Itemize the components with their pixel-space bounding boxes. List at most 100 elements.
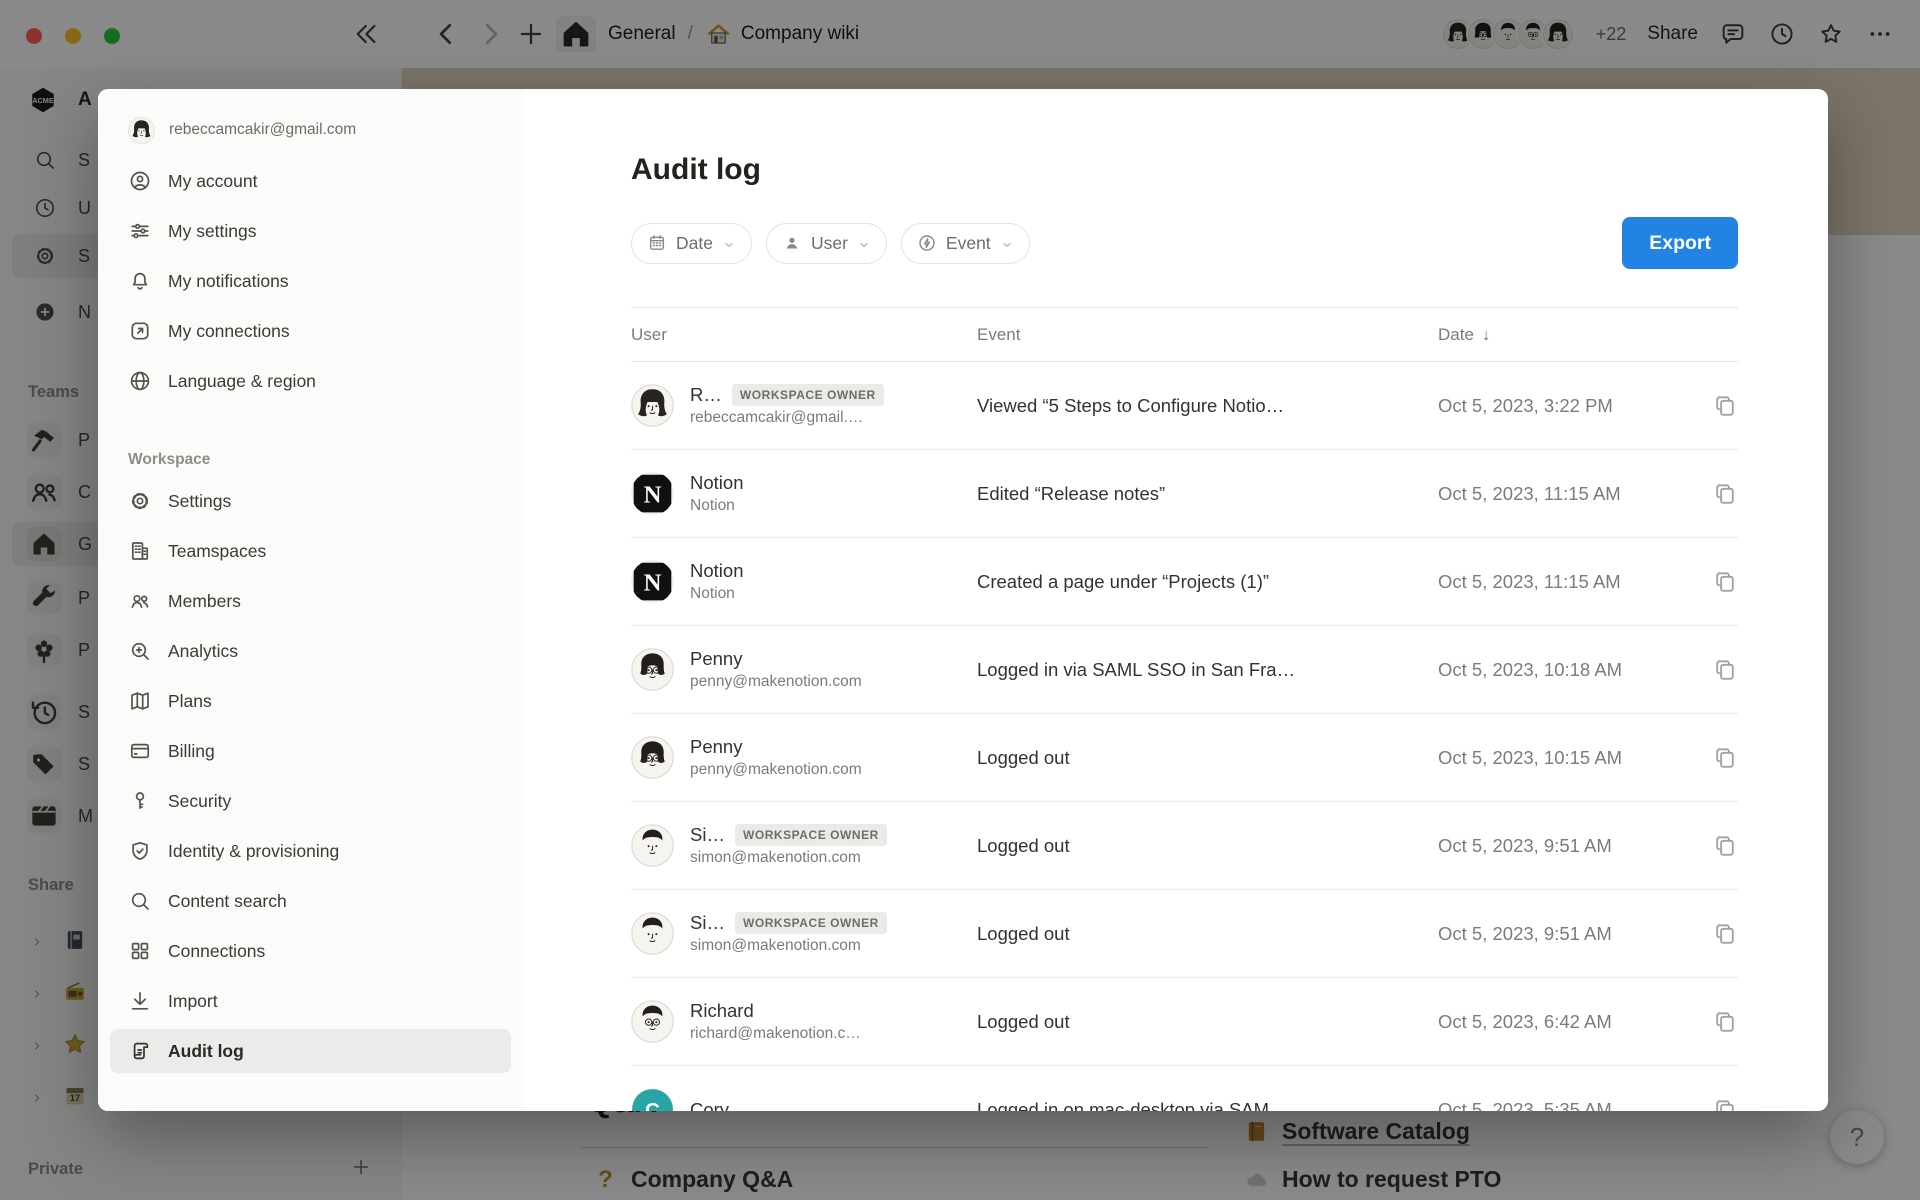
copy-icon[interactable] <box>1712 1009 1738 1035</box>
copy-icon[interactable] <box>1712 833 1738 859</box>
person-icon <box>782 233 802 253</box>
event-description: Logged out <box>977 1011 1438 1033</box>
user-name: Richard <box>690 1000 754 1022</box>
user-avatar <box>631 912 674 955</box>
event-date: Oct 5, 2023, 10:18 AM <box>1438 659 1622 681</box>
gear-icon <box>128 489 152 513</box>
event-date: Oct 5, 2023, 11:15 AM <box>1438 571 1621 593</box>
audit-log-row: Si…WORKSPACE OWNERsimon@makenotion.comLo… <box>631 890 1738 978</box>
settings-nav-connections[interactable]: Connections <box>110 929 511 973</box>
settings-nav-analytics[interactable]: Analytics <box>110 629 511 673</box>
user-email: Notion <box>690 497 743 515</box>
scroll-icon <box>128 1039 152 1063</box>
user-email: penny@makenotion.com <box>690 673 862 691</box>
event-date: Oct 5, 2023, 9:51 AM <box>1438 835 1612 857</box>
svg-text:N: N <box>644 570 662 597</box>
settings-nav-my-settings[interactable]: My settings <box>110 209 511 253</box>
event-date: Oct 5, 2023, 5:35 AM <box>1438 1099 1612 1112</box>
copy-icon[interactable] <box>1712 569 1738 595</box>
event-description: Edited “Release notes” <box>977 483 1438 505</box>
audit-log-row: Pennypenny@makenotion.comLogged in via S… <box>631 626 1738 714</box>
column-header-user[interactable]: User <box>631 325 977 345</box>
settings-nav-security[interactable]: Security <box>110 779 511 823</box>
event-description: Logged out <box>977 923 1438 945</box>
filter-chip-event[interactable]: Event <box>901 223 1030 264</box>
chevron-down-icon <box>1000 236 1014 250</box>
user-avatar: C <box>631 1088 674 1111</box>
export-button[interactable]: Export <box>1622 217 1738 269</box>
settings-nav-identity-provisioning[interactable]: Identity & provisioning <box>110 829 511 873</box>
audit-log-panel: Audit log DateUserEvent Export User Even… <box>523 89 1828 1111</box>
arrow-down-icon <box>128 989 152 1013</box>
settings-nav-my-account[interactable]: My account <box>110 159 511 203</box>
user-avatar <box>631 736 674 779</box>
event-description: Logged in via SAML SSO in San Fra… <box>977 659 1438 681</box>
user-name: Notion <box>690 560 743 582</box>
account-row: rebeccamcakir@gmail.com <box>128 115 505 145</box>
settings-sidebar: rebeccamcakir@gmail.com My account My set… <box>98 89 523 1111</box>
search-plus-icon <box>128 639 152 663</box>
copy-icon[interactable] <box>1712 481 1738 507</box>
settings-nav-settings[interactable]: Settings <box>110 479 511 523</box>
copy-icon[interactable] <box>1712 1097 1738 1112</box>
users-icon <box>128 589 152 613</box>
account-avatar <box>128 117 155 144</box>
page-title: Audit log <box>631 153 1738 187</box>
user-email: penny@makenotion.com <box>690 761 862 779</box>
settings-nav-content-search[interactable]: Content search <box>110 879 511 923</box>
credit-card-icon <box>128 739 152 763</box>
copy-icon[interactable] <box>1712 393 1738 419</box>
user-name: Penny <box>690 736 742 758</box>
shield-check-icon <box>128 839 152 863</box>
user-circle-icon <box>128 169 152 193</box>
settings-nav-plans[interactable]: Plans <box>110 679 511 723</box>
column-header-date[interactable]: Date↓ <box>1438 325 1738 345</box>
audit-log-row: Pennypenny@makenotion.comLogged outOct 5… <box>631 714 1738 802</box>
workspace-owner-badge: WORKSPACE OWNER <box>732 384 884 406</box>
filter-chip-user[interactable]: User <box>766 223 887 264</box>
search-icon <box>128 889 152 913</box>
settings-nav-my-notifications[interactable]: My notifications <box>110 259 511 303</box>
user-name: Si… <box>690 824 725 846</box>
user-name: R… <box>690 384 722 406</box>
user-email: richard@makenotion.c… <box>690 1025 861 1043</box>
audit-table: User Event Date↓ R…WORKSPACE OWNERrebecc… <box>631 307 1738 1111</box>
sliders-icon <box>128 219 152 243</box>
audit-log-row: R…WORKSPACE OWNERrebeccamcakir@gmail.…Vi… <box>631 362 1738 450</box>
sort-descending-icon: ↓ <box>1482 325 1491 344</box>
user-avatar <box>631 824 674 867</box>
column-header-event[interactable]: Event <box>977 325 1438 345</box>
user-avatar <box>631 384 674 427</box>
settings-nav-import[interactable]: Import <box>110 979 511 1023</box>
settings-nav-members[interactable]: Members <box>110 579 511 623</box>
grid-icon <box>128 939 152 963</box>
copy-icon[interactable] <box>1712 745 1738 771</box>
chevron-down-icon <box>722 236 736 250</box>
workspace-section-label: Workspace <box>128 451 523 469</box>
settings-nav-language-region[interactable]: Language & region <box>110 359 511 403</box>
globe-icon <box>128 369 152 393</box>
event-date: Oct 5, 2023, 9:51 AM <box>1438 923 1612 945</box>
event-date: Oct 5, 2023, 6:42 AM <box>1438 1011 1612 1033</box>
user-email: simon@makenotion.com <box>690 937 887 955</box>
event-date: Oct 5, 2023, 11:15 AM <box>1438 483 1621 505</box>
event-date: Oct 5, 2023, 10:15 AM <box>1438 747 1622 769</box>
copy-icon[interactable] <box>1712 657 1738 683</box>
map-icon <box>128 689 152 713</box>
user-email: Notion <box>690 585 743 603</box>
event-description: Viewed “5 Steps to Configure Notio… <box>977 395 1438 417</box>
svg-text:C: C <box>645 1100 660 1111</box>
settings-nav-my-connections[interactable]: My connections <box>110 309 511 353</box>
copy-icon[interactable] <box>1712 921 1738 947</box>
audit-log-row: CCoryLogged in on mac-desktop via SAM…Oc… <box>631 1066 1738 1111</box>
user-avatar <box>631 648 674 691</box>
settings-nav-billing[interactable]: Billing <box>110 729 511 773</box>
event-date: Oct 5, 2023, 3:22 PM <box>1438 395 1613 417</box>
chevron-down-icon <box>857 236 871 250</box>
settings-nav-teamspaces[interactable]: Teamspaces <box>110 529 511 573</box>
audit-toolbar: Date User Event Export <box>631 217 1738 269</box>
settings-modal: rebeccamcakir@gmail.com My account My set… <box>98 89 1828 1111</box>
filter-chip-date[interactable]: Date <box>631 223 752 264</box>
event-description: Logged in on mac-desktop via SAM… <box>977 1099 1438 1112</box>
settings-nav-audit-log[interactable]: Audit log <box>110 1029 511 1073</box>
